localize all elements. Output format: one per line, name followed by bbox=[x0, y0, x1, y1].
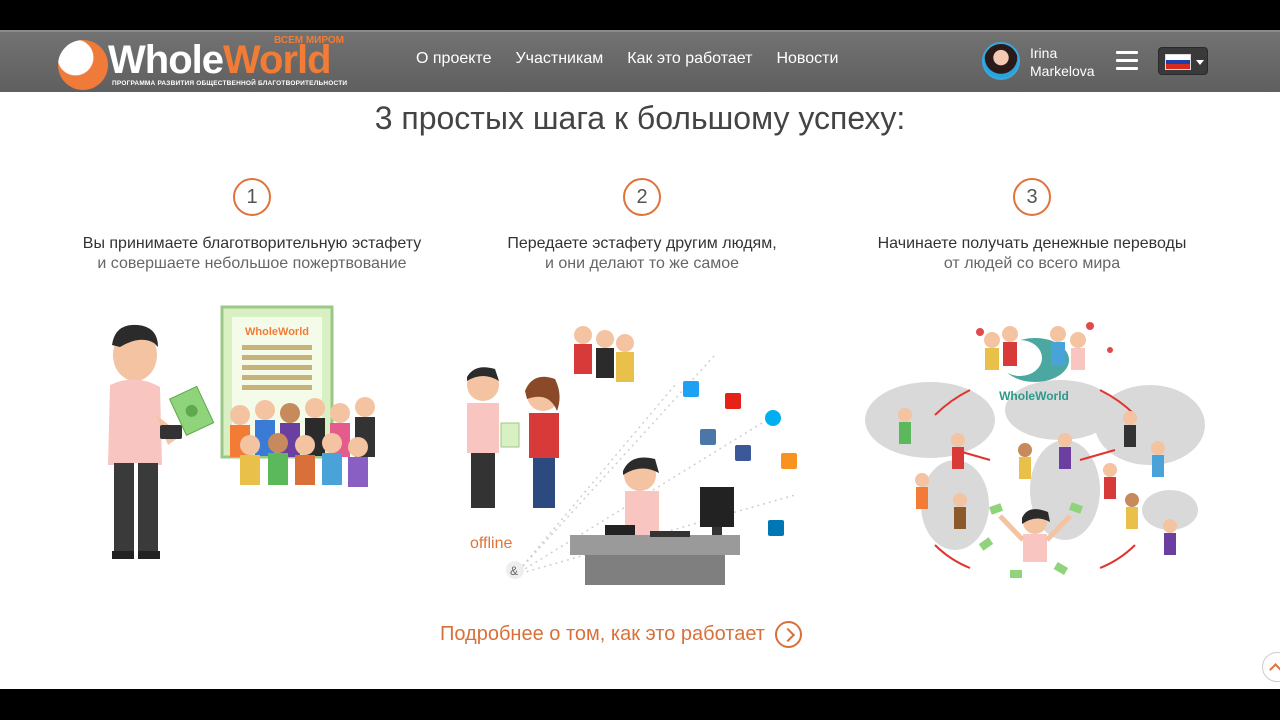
user-name[interactable]: Irina Markelova bbox=[1030, 44, 1095, 80]
site-header: WholeWorld ВСЕМ МИРОМ ПРОГРАММА РАЗВИТИЯ… bbox=[0, 30, 1280, 92]
how-it-works-link-text[interactable]: Подробнее о том, как это работает bbox=[440, 623, 765, 646]
logo-tagline-top: ВСЕМ МИРОМ bbox=[274, 35, 345, 46]
logo-globe-icon bbox=[58, 40, 108, 90]
main-nav: О проекте Участникам Как это работает Но… bbox=[416, 50, 862, 68]
step-2: 2 Передаете эстафету другим людям, и они… bbox=[432, 178, 852, 273]
step-subtitle: от людей со всего мира bbox=[943, 255, 1121, 272]
step-1: 1 Вы принимаете благотворительную эстафе… bbox=[42, 178, 462, 273]
step-number: 3 bbox=[1013, 178, 1051, 216]
illustration-donation: WholeWorld bbox=[108, 305, 375, 559]
nav-about[interactable]: О проекте bbox=[416, 50, 491, 68]
avatar[interactable] bbox=[982, 42, 1020, 80]
chevron-down-icon bbox=[1196, 60, 1204, 65]
chevron-right-circle-icon[interactable] bbox=[774, 621, 802, 648]
site-logo[interactable]: WholeWorld ВСЕМ МИРОМ ПРОГРАММА РАЗВИТИЯ… bbox=[56, 35, 366, 90]
certificate-logo: WholeWorld bbox=[245, 326, 309, 338]
nav-news[interactable]: Новости bbox=[776, 50, 838, 68]
hamburger-menu-icon[interactable] bbox=[1116, 51, 1138, 71]
user-profile[interactable]: Irina Markelova bbox=[982, 40, 1112, 84]
bottom-letterbox bbox=[0, 689, 1280, 720]
ampersand-label: & bbox=[510, 564, 518, 578]
scroll-to-top-button[interactable] bbox=[1262, 652, 1280, 682]
page: WholeWorld ВСЕМ МИРОМ ПРОГРАММА РАЗВИТИЯ… bbox=[0, 30, 1280, 689]
russia-flag-icon bbox=[1165, 54, 1191, 70]
world-logo: WholeWorld bbox=[999, 389, 1069, 403]
language-selector[interactable] bbox=[1158, 47, 1208, 75]
nav-how-it-works[interactable]: Как это работает bbox=[627, 50, 752, 68]
page-title: 3 простых шага к большому успеху: bbox=[374, 100, 906, 136]
top-letterbox bbox=[0, 0, 1280, 30]
illustration-relay: offline & online bbox=[467, 326, 797, 585]
step-subtitle: и совершаете небольшое пожертвование bbox=[97, 255, 407, 272]
how-it-works-link[interactable]: Подробнее о том, как это работает bbox=[440, 621, 802, 648]
step-subtitle: и они делают то же самое bbox=[544, 255, 740, 272]
step-number: 2 bbox=[623, 178, 661, 216]
step-title: Начинаете получать денежные переводы bbox=[877, 235, 1187, 252]
step-number: 1 bbox=[233, 178, 271, 216]
step-3: 3 Начинаете получать денежные переводы о… bbox=[822, 178, 1242, 273]
nav-participants[interactable]: Участникам bbox=[515, 50, 603, 68]
logo-tagline: ПРОГРАММА РАЗВИТИЯ ОБЩЕСТВЕННОЙ БЛАГОТВО… bbox=[112, 80, 348, 87]
step-title: Вы принимаете благотворительную эстафету bbox=[82, 235, 422, 252]
step-title: Передаете эстафету другим людям, bbox=[507, 235, 777, 252]
illustration-world-map: WholeWorld bbox=[865, 322, 1205, 578]
offline-label: offline bbox=[470, 535, 513, 552]
